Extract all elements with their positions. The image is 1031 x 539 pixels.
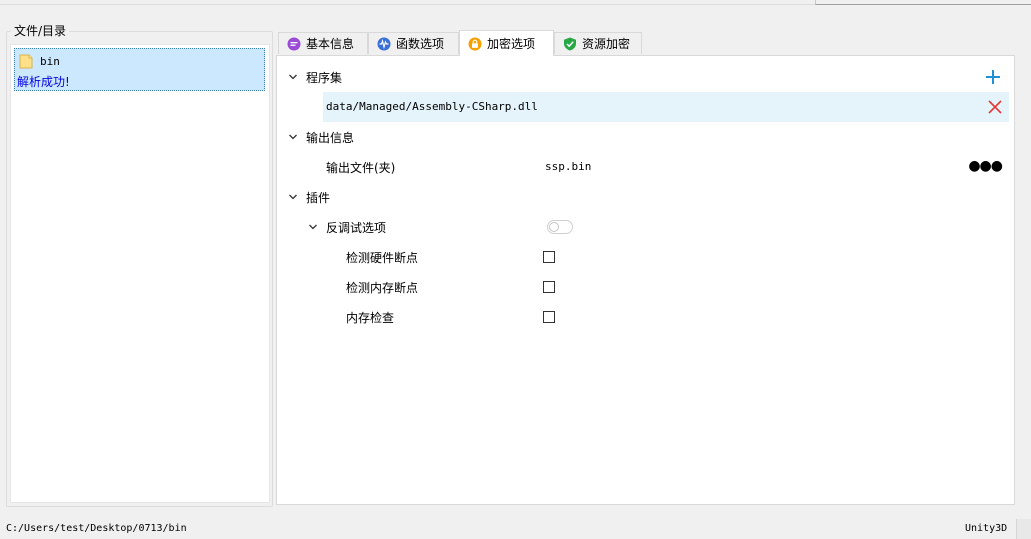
output-file-row: 输出文件(夹) ssp.bin ●●● bbox=[277, 152, 1014, 182]
memory-breakpoint-checkbox[interactable] bbox=[543, 281, 555, 293]
chevron-down-icon bbox=[289, 194, 297, 200]
output-section-label: 输出信息 bbox=[306, 131, 355, 145]
tree-item-label: bin bbox=[40, 55, 60, 68]
engine-label: Unity3D bbox=[965, 523, 1008, 534]
hardware-breakpoint-checkbox[interactable] bbox=[543, 251, 555, 263]
file-tree[interactable]: bin 解析成功! bbox=[10, 44, 270, 503]
option-label: 内存检查 bbox=[346, 311, 395, 325]
anti-debug-label: 反调试选项 bbox=[326, 221, 387, 235]
chevron-down-icon bbox=[309, 224, 317, 230]
tab-label: 函数选项 bbox=[396, 37, 445, 51]
tab-encryption-options[interactable]: 加密选项 bbox=[459, 30, 554, 56]
status-bar: C:/Users/test/Desktop/0713/bin Unity3D bbox=[0, 519, 1031, 539]
assembly-entry-row[interactable]: data/Managed/Assembly-CSharp.dll bbox=[323, 92, 1009, 122]
tab-resource-encryption[interactable]: 资源加密 bbox=[554, 32, 642, 54]
option-label: 检测硬件断点 bbox=[346, 251, 419, 265]
tab-label: 资源加密 bbox=[582, 37, 631, 51]
plugins-section-label: 插件 bbox=[306, 191, 331, 205]
option-row: 内存检查 bbox=[277, 302, 1014, 332]
plugins-section-header[interactable]: 插件 bbox=[277, 182, 1014, 212]
plus-icon[interactable] bbox=[984, 68, 1002, 86]
lock-icon bbox=[468, 37, 482, 50]
option-row: 检测内存断点 bbox=[277, 272, 1014, 302]
output-section-header[interactable]: 输出信息 bbox=[277, 122, 1014, 152]
tab-label: 基本信息 bbox=[306, 37, 355, 51]
memory-check-checkbox[interactable] bbox=[543, 311, 555, 323]
resize-grip[interactable] bbox=[1016, 519, 1031, 539]
tab-basic-info[interactable]: 基本信息 bbox=[278, 32, 368, 54]
anti-debug-toggle[interactable] bbox=[547, 220, 573, 234]
title-area-edge bbox=[0, 0, 1031, 5]
shield-check-icon bbox=[564, 37, 576, 50]
output-file-value[interactable]: ssp.bin bbox=[545, 160, 591, 173]
assembly-section-label: 程序集 bbox=[306, 71, 343, 85]
tab-function-options[interactable]: 函数选项 bbox=[368, 32, 459, 54]
status-path: C:/Users/test/Desktop/0713/bin bbox=[6, 523, 187, 534]
chevron-down-icon bbox=[289, 134, 297, 140]
tree-item-bin[interactable]: bin 解析成功! bbox=[14, 48, 265, 91]
option-row: 检测硬件断点 bbox=[277, 242, 1014, 272]
encryption-options-panel: 程序集 data/Managed/Assembly-CSharp.dll 输出信… bbox=[276, 55, 1015, 505]
group-title: 文件/目录 bbox=[11, 22, 70, 39]
assembly-path: data/Managed/Assembly-CSharp.dll bbox=[326, 100, 538, 113]
assembly-section-header[interactable]: 程序集 bbox=[277, 62, 1014, 92]
parse-status-text: 解析成功! bbox=[17, 75, 70, 89]
output-file-label: 输出文件(夹) bbox=[326, 161, 396, 175]
anti-debug-header[interactable]: 反调试选项 bbox=[277, 212, 1014, 242]
waveform-icon bbox=[377, 37, 391, 50]
ellipsis-icon[interactable]: ●●● bbox=[968, 159, 1003, 173]
file-icon bbox=[19, 54, 33, 69]
close-icon[interactable] bbox=[987, 99, 1003, 115]
chat-bubble-icon bbox=[287, 37, 301, 50]
window-control-edge bbox=[815, 0, 1031, 5]
option-label: 检测内存断点 bbox=[346, 281, 419, 295]
toggle-knob bbox=[549, 222, 559, 232]
chevron-down-icon bbox=[289, 74, 297, 80]
tab-label: 加密选项 bbox=[487, 37, 536, 51]
